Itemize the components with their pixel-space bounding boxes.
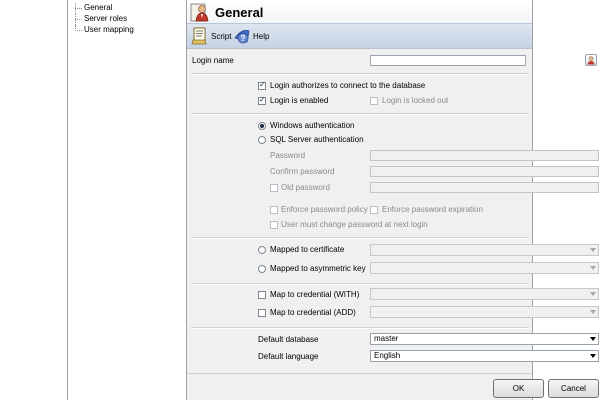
separator — [191, 237, 529, 239]
script-label: Script — [211, 31, 232, 41]
page-tree: General Server roles User mapping — [71, 3, 134, 36]
browse-login-button[interactable] — [585, 54, 597, 66]
svg-text:?: ? — [241, 34, 246, 43]
default-language-label: Default language — [258, 352, 319, 361]
certificate-select[interactable] — [370, 244, 599, 256]
login-name-label: Login name — [192, 56, 234, 65]
enabled-checkbox[interactable]: ✓ — [258, 95, 266, 105]
script-icon — [191, 27, 207, 45]
authorize-checkbox[interactable]: ✓ — [258, 80, 266, 90]
enforce-expiration-checkbox[interactable] — [370, 206, 378, 214]
default-language-select[interactable]: English — [370, 350, 599, 362]
help-icon: ? — [234, 29, 250, 44]
separator — [191, 327, 529, 329]
chevron-down-icon — [590, 248, 596, 252]
authorize-label: Login authorizes to connect to the datab… — [270, 81, 426, 90]
chevron-down-icon — [590, 310, 596, 314]
sidebar-item-label: User mapping — [84, 25, 134, 34]
separator — [191, 113, 529, 115]
chevron-down-icon — [590, 337, 596, 341]
enabled-label: Login is enabled — [270, 96, 329, 105]
password-label: Password — [270, 151, 306, 160]
old-password-checkbox[interactable] — [270, 184, 278, 192]
password-input[interactable] — [370, 150, 599, 161]
sidebar-item-general[interactable]: General — [71, 3, 134, 14]
map-add-checkbox[interactable] — [258, 309, 266, 317]
chevron-down-icon — [590, 354, 596, 358]
page-header: General Script ? Help — [187, 0, 532, 49]
enforce-expiration-label: Enforce password expiration — [382, 205, 483, 214]
toolbar: Script ? Help — [187, 23, 532, 48]
windows-auth-label: Windows authentication — [270, 121, 355, 130]
user-icon — [190, 3, 209, 22]
chevron-down-icon — [590, 266, 596, 270]
sidebar-item-label: Server roles — [84, 14, 128, 23]
enforce-policy-checkbox[interactable] — [270, 206, 278, 214]
mapped-key-label: Mapped to asymmetric key — [270, 264, 366, 273]
login-name-input[interactable] — [370, 55, 526, 66]
default-database-select[interactable]: master — [370, 333, 599, 345]
default-database-label: Default database — [258, 335, 319, 344]
main-panel: General Script ? Help Login name ✓ Login… — [187, 0, 599, 401]
separator — [191, 73, 529, 75]
confirm-password-label: Confirm password — [270, 167, 335, 176]
chevron-down-icon — [590, 292, 596, 296]
credential-add-select[interactable] — [370, 306, 599, 318]
separator — [191, 283, 529, 285]
sidebar-item-label: General — [84, 3, 113, 12]
cancel-button[interactable]: Cancel — [548, 379, 599, 398]
credential-with-select[interactable] — [370, 288, 599, 300]
mapped-key-radio[interactable] — [258, 265, 266, 273]
page-title: General — [215, 5, 264, 20]
sql-auth-label: SQL Server authentication — [270, 135, 364, 144]
dialog-footer: OK Cancel — [187, 373, 599, 401]
locked-checkbox[interactable] — [370, 97, 378, 105]
script-button[interactable]: Script — [191, 26, 231, 46]
enforce-policy-label: Enforce password policy — [281, 205, 368, 214]
must-change-checkbox[interactable] — [270, 221, 278, 229]
windows-auth-radio[interactable] — [258, 122, 266, 130]
map-with-checkbox[interactable] — [258, 291, 266, 299]
map-add-label: Map to credential (ADD) — [270, 308, 356, 317]
mapped-certificate-label: Mapped to certificate — [270, 245, 345, 254]
asymmetric-key-select[interactable] — [370, 262, 599, 274]
sql-auth-radio[interactable] — [258, 136, 266, 144]
locked-label: Login is locked out — [382, 96, 449, 105]
ok-button[interactable]: OK — [493, 379, 544, 398]
mapped-certificate-radio[interactable] — [258, 246, 266, 254]
user-search-icon — [587, 56, 595, 65]
old-password-input[interactable] — [370, 182, 599, 193]
help-label: Help — [253, 31, 270, 41]
confirm-password-input[interactable] — [370, 166, 599, 177]
sidebar-item-server-roles[interactable]: Server roles — [71, 14, 134, 25]
must-change-label: User must change password at next login — [281, 220, 428, 229]
default-database-value: master — [374, 334, 399, 343]
default-language-value: English — [374, 351, 401, 360]
sidebar-item-user-mapping[interactable]: User mapping — [71, 25, 134, 36]
old-password-label: Old password — [281, 183, 330, 192]
login-properties-window: General Server roles User mapping Genera… — [67, 0, 599, 401]
sidebar: General Server roles User mapping — [68, 0, 187, 400]
map-with-label: Map to credential (WITH) — [270, 290, 360, 299]
help-button[interactable]: ? Help — [233, 26, 269, 46]
